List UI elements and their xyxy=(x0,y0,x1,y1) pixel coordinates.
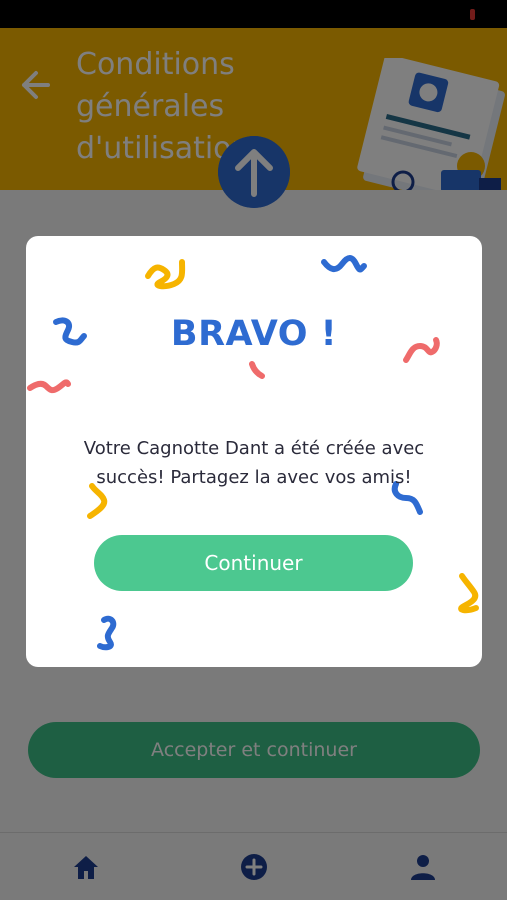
modal-message: Votre Cagnotte Dant a été créée avec suc… xyxy=(83,438,425,488)
modal-title: BRAVO ! xyxy=(170,314,338,354)
success-modal: BRAVO ! Votre Cagnotte Dant a été créée … xyxy=(26,236,482,667)
continue-button[interactable]: Continuer xyxy=(94,535,413,591)
